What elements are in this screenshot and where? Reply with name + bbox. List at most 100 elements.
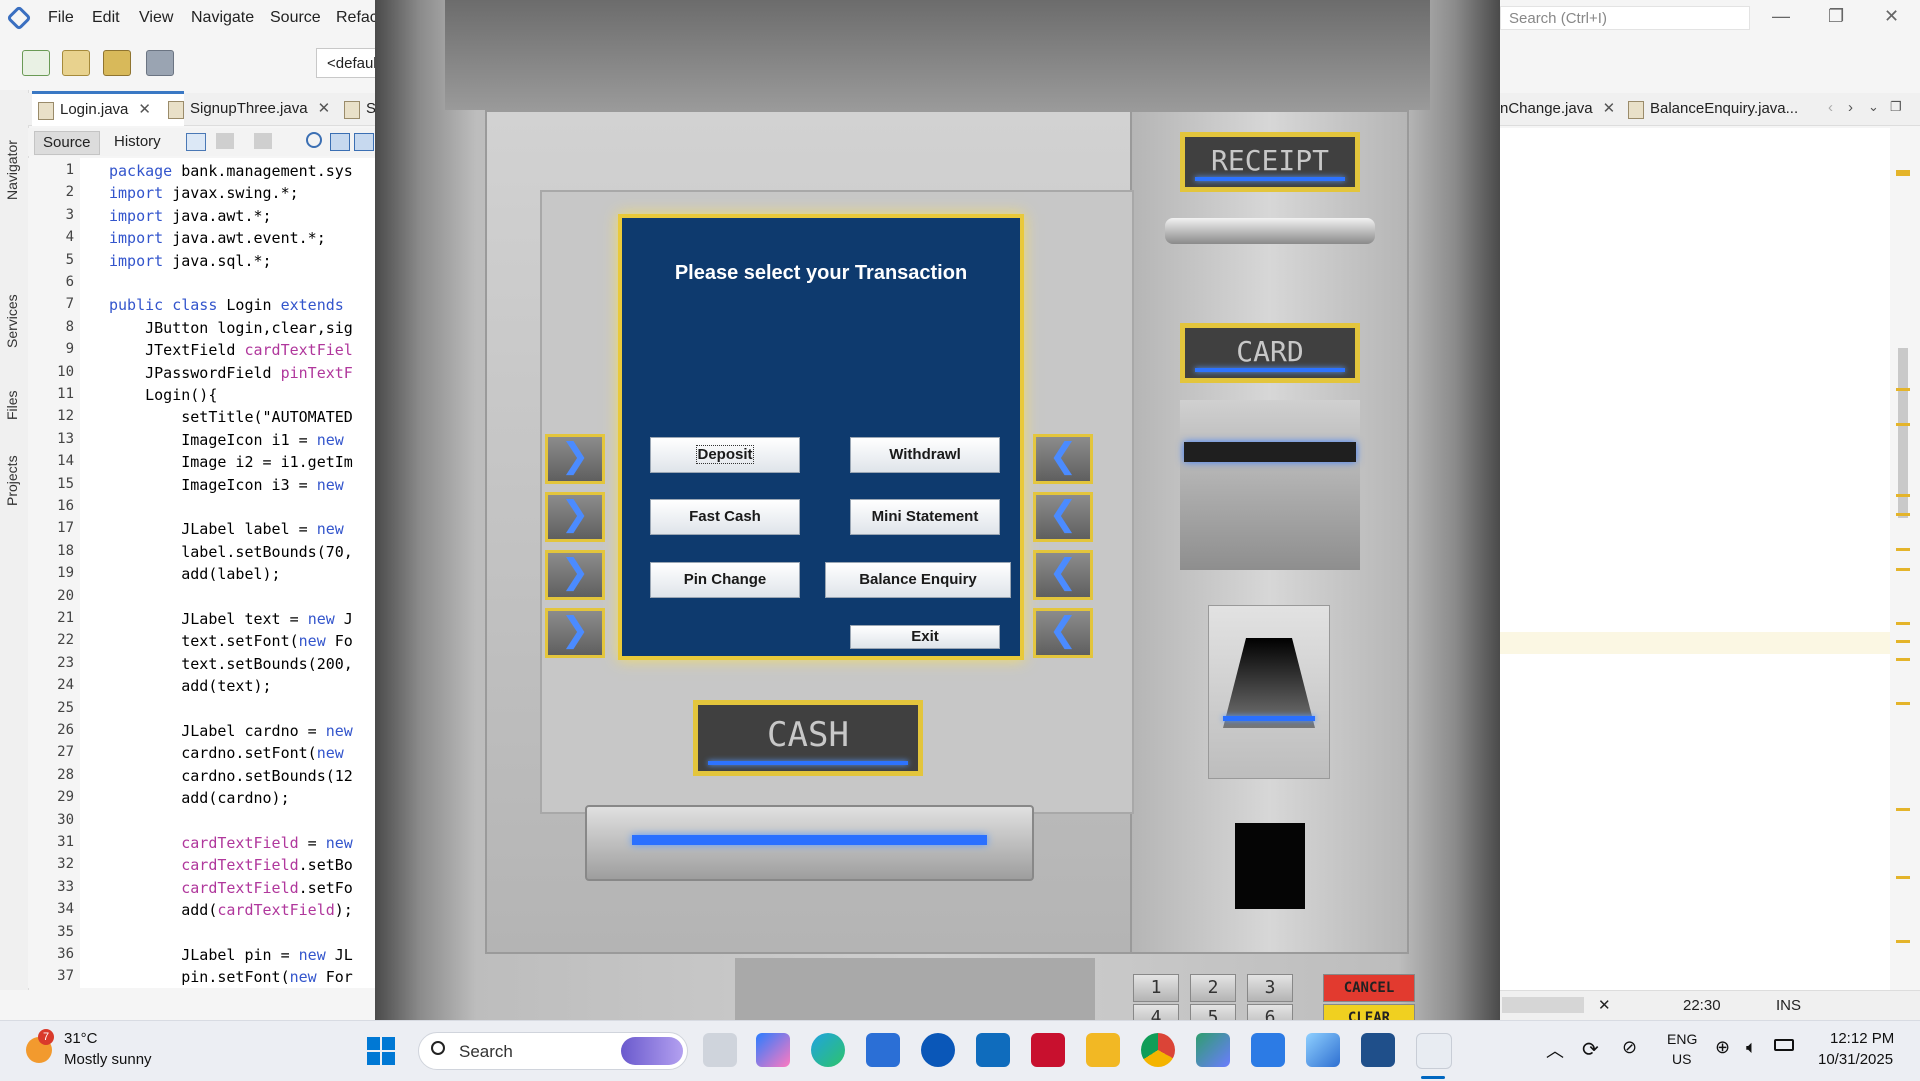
- menu-navigate[interactable]: Navigate: [191, 9, 254, 27]
- menu-file[interactable]: File: [48, 9, 74, 27]
- menu-edit[interactable]: Edit: [92, 9, 120, 27]
- code-line[interactable]: add(text);: [109, 677, 271, 695]
- close-window-icon[interactable]: ✕: [1884, 6, 1899, 27]
- clock-date[interactable]: 10/31/2025: [1818, 1051, 1893, 1068]
- code-line[interactable]: setTitle("AUTOMATED: [109, 408, 353, 426]
- cancel-key[interactable]: CANCEL: [1323, 974, 1415, 1002]
- find-previous-icon[interactable]: [330, 133, 350, 151]
- code-line[interactable]: JLabel pin = new JL: [109, 946, 353, 964]
- chrome-icon[interactable]: [1141, 1033, 1175, 1067]
- save-all-icon[interactable]: [146, 50, 174, 76]
- mysql-workbench-icon[interactable]: [1361, 1033, 1395, 1067]
- store-icon[interactable]: [866, 1033, 900, 1067]
- code-line[interactable]: JButton login,clear,sig: [109, 319, 353, 337]
- projects-tab[interactable]: Projects: [4, 455, 20, 506]
- new-file-icon[interactable]: [22, 50, 50, 76]
- code-line[interactable]: add(cardno);: [109, 789, 289, 807]
- code-line[interactable]: JTextField cardTextFiel: [109, 341, 353, 359]
- files-tab[interactable]: Files: [4, 390, 20, 420]
- last-edit-icon[interactable]: [186, 133, 206, 151]
- code-line[interactable]: ImageIcon i1 = new: [109, 431, 344, 449]
- notepad-icon[interactable]: [1251, 1033, 1285, 1067]
- menu-view[interactable]: View: [139, 9, 173, 27]
- clear-key[interactable]: CLEAR: [1323, 1004, 1415, 1020]
- history-tab[interactable]: History: [106, 131, 169, 153]
- sync-icon[interactable]: ⟳: [1582, 1037, 1599, 1062]
- right-key-4[interactable]: ❮: [1033, 608, 1093, 658]
- code-line[interactable]: JLabel label = new: [109, 520, 344, 538]
- configuration-select[interactable]: <defaul: [316, 48, 380, 78]
- find-next-icon[interactable]: [354, 133, 374, 151]
- restore-icon[interactable]: ❐: [1828, 6, 1844, 27]
- deposit-button[interactable]: Deposit: [650, 437, 800, 473]
- close-tab-icon[interactable]: ✕: [1603, 100, 1616, 117]
- code-line[interactable]: ImageIcon i3 = new: [109, 476, 344, 494]
- key-4[interactable]: 4: [1133, 1004, 1179, 1020]
- code-editor[interactable]: package bank.management.sys import javax.…: [80, 158, 380, 988]
- clock-time[interactable]: 12:12 PM: [1830, 1030, 1894, 1047]
- pin-change-button[interactable]: Pin Change: [650, 562, 800, 598]
- code-line[interactable]: cardno.setBounds(12: [109, 767, 353, 785]
- file-explorer-icon[interactable]: [1086, 1033, 1120, 1067]
- right-key-1[interactable]: ❮: [1033, 434, 1093, 484]
- left-key-4[interactable]: ❯: [545, 608, 605, 658]
- close-tab-icon[interactable]: ✕: [318, 100, 331, 117]
- maximize-editor-icon[interactable]: ❐: [1890, 99, 1902, 115]
- task-view-icon[interactable]: [703, 1033, 737, 1067]
- java-app-icon[interactable]: [1416, 1033, 1452, 1069]
- right-key-3[interactable]: ❮: [1033, 550, 1093, 600]
- key-5[interactable]: 5: [1190, 1004, 1236, 1020]
- open-project-icon[interactable]: [103, 50, 131, 76]
- code-line[interactable]: add(cardTextField);: [109, 901, 353, 919]
- menu-refactor[interactable]: Refac: [336, 9, 378, 27]
- tab-list-chevron-down-icon[interactable]: ⌄: [1868, 99, 1879, 115]
- battery-icon[interactable]: [1774, 1039, 1794, 1051]
- left-key-1[interactable]: ❯: [545, 434, 605, 484]
- right-editor-pane[interactable]: [1500, 128, 1890, 990]
- key-2[interactable]: 2: [1190, 974, 1236, 1002]
- key-3[interactable]: 3: [1247, 974, 1293, 1002]
- left-key-3[interactable]: ❯: [545, 550, 605, 600]
- right-key-2[interactable]: ❮: [1033, 492, 1093, 542]
- code-line[interactable]: cardTextField = new: [109, 834, 353, 852]
- source-tab[interactable]: Source: [34, 131, 100, 155]
- code-line[interactable]: import javax.swing.*;: [109, 184, 299, 202]
- exit-button[interactable]: Exit: [850, 625, 1000, 649]
- menu-source[interactable]: Source: [270, 9, 321, 27]
- find-icon[interactable]: [306, 132, 322, 148]
- code-line[interactable]: JLabel text = new J: [109, 610, 353, 628]
- code-line[interactable]: JPasswordField pinTextF: [109, 364, 353, 382]
- code-line[interactable]: JLabel cardno = new: [109, 722, 353, 740]
- code-line[interactable]: import java.sql.*;: [109, 252, 272, 270]
- tab-pinchange-java[interactable]: nChange.java ✕: [1500, 93, 1624, 125]
- netbeans-icon[interactable]: [1306, 1033, 1340, 1067]
- edge-icon[interactable]: [811, 1033, 845, 1067]
- copilot-icon[interactable]: [756, 1033, 790, 1067]
- volume-icon[interactable]: 🔈︎: [1746, 1037, 1757, 1058]
- mcafee-icon[interactable]: [1031, 1033, 1065, 1067]
- weather-temperature[interactable]: 31°C: [64, 1030, 98, 1047]
- fast-cash-button[interactable]: Fast Cash: [650, 499, 800, 535]
- weather-description[interactable]: Mostly sunny: [64, 1051, 152, 1068]
- scroll-thumb[interactable]: [1898, 348, 1908, 518]
- left-key-2[interactable]: ❯: [545, 492, 605, 542]
- key-6[interactable]: 6: [1247, 1004, 1293, 1020]
- services-tab[interactable]: Services: [4, 294, 20, 348]
- code-line[interactable]: Image i2 = i1.getIm: [109, 453, 353, 471]
- forward-icon[interactable]: [254, 133, 272, 149]
- code-line[interactable]: pin.setFont(new For: [109, 968, 353, 986]
- cancel-progress-icon[interactable]: ✕: [1598, 996, 1611, 1014]
- tab-balanceenquiry-java[interactable]: BalanceEnquiry.java...: [1622, 93, 1840, 125]
- scroll-tabs-right-icon[interactable]: ›: [1848, 99, 1853, 116]
- card-slot[interactable]: [1184, 442, 1356, 462]
- code-line[interactable]: import java.awt.event.*;: [109, 229, 326, 247]
- mini-statement-button[interactable]: Mini Statement: [850, 499, 1000, 535]
- hp-icon[interactable]: [921, 1033, 955, 1067]
- code-line[interactable]: text.setBounds(200,: [109, 655, 353, 673]
- code-line[interactable]: label.setBounds(70,: [109, 543, 353, 561]
- code-line[interactable]: add(label);: [109, 565, 280, 583]
- code-line[interactable]: cardTextField.setBo: [109, 856, 353, 874]
- code-line[interactable]: package bank.management.sys: [109, 162, 353, 180]
- back-icon[interactable]: [216, 133, 234, 149]
- start-windows-icon[interactable]: [367, 1037, 395, 1065]
